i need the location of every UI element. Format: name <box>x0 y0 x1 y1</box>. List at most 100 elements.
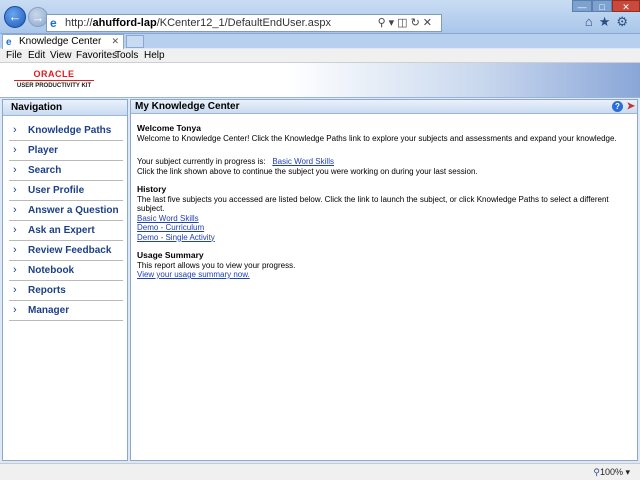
chevron-right-icon: › <box>13 244 17 256</box>
chevron-right-icon: › <box>13 144 17 156</box>
nav-label[interactable]: Notebook <box>28 265 74 276</box>
menu-file[interactable]: File <box>6 50 22 62</box>
nav-item-knowledge-paths[interactable]: › Knowledge Paths <box>9 121 123 141</box>
in-progress-hint: Click the link shown above to continue t… <box>137 166 478 176</box>
nav-label[interactable]: Reports <box>28 285 66 296</box>
nav-label[interactable]: Search <box>28 165 61 176</box>
nav-label[interactable]: Answer a Question <box>28 205 119 216</box>
nav-label[interactable]: Player <box>28 145 58 156</box>
search-icon[interactable]: ⚲ <box>378 17 389 29</box>
welcome-text: Welcome to Knowledge Center! Click the K… <box>137 133 617 143</box>
browser-toolbar: ← → e http://ahufford-lap/KCenter12_1/De… <box>0 0 640 34</box>
chevron-right-icon: › <box>13 264 17 276</box>
main-panel: My Knowledge Center ? ➤ Welcome Tonya We… <box>130 99 638 461</box>
in-progress-section: Your subject currently in progress is: B… <box>137 157 633 176</box>
back-button[interactable]: ← <box>4 6 26 28</box>
address-bar[interactable]: e http://ahufford-lap/KCenter12_1/Defaul… <box>46 14 442 32</box>
nav-item-ask-an-expert[interactable]: › Ask an Expert <box>9 221 123 241</box>
menu-edit[interactable]: Edit <box>28 50 45 62</box>
tab-title: Knowledge Center <box>19 36 102 47</box>
nav-label[interactable]: Review Feedback <box>28 245 111 256</box>
welcome-section: Welcome Tonya Welcome to Knowledge Cente… <box>137 123 633 143</box>
address-host: ahufford-lap <box>92 17 157 29</box>
navigation-panel: Navigation › Knowledge Paths › Player › Sea… <box>2 99 128 461</box>
browser-tool-icons: ⌂★⚙ <box>585 14 634 30</box>
history-link[interactable]: Demo - Single Activity <box>137 233 633 243</box>
main-panel-header: My Knowledge Center ? ➤ <box>131 100 637 114</box>
minimize-button[interactable]: — <box>572 0 592 12</box>
usage-section: Usage Summary This report allows you to … <box>137 250 633 280</box>
dropdown-icon[interactable]: ▾ <box>389 17 398 29</box>
zoom-level: 100% <box>599 467 623 477</box>
history-link[interactable]: Basic Word Skills <box>137 214 633 224</box>
in-progress-subject-link[interactable]: Basic Word Skills <box>272 157 334 166</box>
maximize-button[interactable]: □ <box>592 0 612 12</box>
header-divider <box>0 97 640 98</box>
nav-item-answer-a-question[interactable]: › Answer a Question <box>9 201 123 221</box>
history-section: History The last five subjects you acces… <box>137 184 633 243</box>
menu-view[interactable]: View <box>50 50 72 62</box>
nav-label[interactable]: Ask an Expert <box>28 225 95 236</box>
zoom-icon: ⚲ <box>593 467 600 477</box>
usage-heading: Usage Summary <box>137 250 204 260</box>
status-bar: ⚲100% ▾ <box>0 463 640 480</box>
chevron-right-icon: › <box>13 164 17 176</box>
logo-product: USER PRODUCTIVITY KIT <box>14 80 94 90</box>
forward-button[interactable]: → <box>28 7 48 27</box>
nav-item-manager[interactable]: › Manager <box>9 301 123 321</box>
nav-item-search[interactable]: › Search <box>9 161 123 181</box>
nav-item-review-feedback[interactable]: › Review Feedback <box>9 241 123 261</box>
refresh-icon[interactable]: ↻ <box>411 17 423 29</box>
history-heading: History <box>137 184 167 194</box>
arrow-left-icon: ← <box>8 9 22 24</box>
address-prefix: http:// <box>65 17 93 29</box>
logo-brand: ORACLE <box>33 69 75 79</box>
usage-text: This report allows you to view your prog… <box>137 260 296 270</box>
chevron-right-icon: › <box>13 304 17 316</box>
menu-favorites[interactable]: Favorites <box>76 50 117 62</box>
welcome-heading: Welcome Tonya <box>137 123 201 133</box>
nav-item-reports[interactable]: › Reports <box>9 281 123 301</box>
app-header: ORACLE USER PRODUCTIVITY KIT <box>0 63 640 97</box>
address-tools: ⚲▾◫↻✕ <box>378 15 435 31</box>
in-progress-label: Your subject currently in progress is: <box>137 157 266 166</box>
home-icon[interactable]: ⌂ <box>585 14 599 29</box>
navigation-title: Navigation <box>3 100 127 116</box>
chevron-right-icon: › <box>13 224 17 236</box>
history-link[interactable]: Demo - Curriculum <box>137 223 633 233</box>
close-window-button[interactable]: ✕ <box>612 0 640 12</box>
favorites-star-icon[interactable]: ★ <box>599 14 617 29</box>
oracle-upk-logo: ORACLE USER PRODUCTIVITY KIT <box>14 69 94 90</box>
main-content: Welcome Tonya Welcome to Knowledge Cente… <box>137 123 633 289</box>
zoom-control[interactable]: ⚲100% ▾ <box>593 467 630 478</box>
nav-item-user-profile[interactable]: › User Profile <box>9 181 123 201</box>
address-path: /KCenter12_1/DefaultEndUser.aspx <box>156 17 331 29</box>
new-tab-button[interactable] <box>126 35 144 48</box>
history-text: The last five subjects you accessed are … <box>137 194 609 214</box>
nav-label[interactable]: Knowledge Paths <box>28 125 111 136</box>
gear-icon[interactable]: ⚙ <box>616 14 634 29</box>
stop-icon[interactable]: ✕ <box>423 17 435 29</box>
menu-help[interactable]: Help <box>144 50 165 62</box>
ie-tab-icon: e <box>6 37 12 48</box>
menu-bar: File Edit View Favorites Tools Help <box>0 49 640 63</box>
ie-page-icon: e <box>50 16 57 30</box>
chevron-right-icon: › <box>13 124 17 136</box>
menu-tools[interactable]: Tools <box>115 50 138 62</box>
chevron-right-icon: › <box>13 284 17 296</box>
tab-knowledge-center[interactable]: e Knowledge Center ✕ <box>2 34 124 49</box>
chevron-right-icon: › <box>13 184 17 196</box>
close-tab-icon[interactable]: ✕ <box>111 35 119 48</box>
nav-label[interactable]: User Profile <box>28 185 84 196</box>
nav-item-player[interactable]: › Player <box>9 141 123 161</box>
page-title: My Knowledge Center <box>135 101 240 112</box>
in-progress-line: Your subject currently in progress is: B… <box>137 157 633 167</box>
compat-icon[interactable]: ◫ <box>397 17 410 29</box>
nav-item-notebook[interactable]: › Notebook <box>9 261 123 281</box>
nav-label[interactable]: Manager <box>28 305 69 316</box>
chevron-right-icon: › <box>13 204 17 216</box>
arrow-right-icon: → <box>31 10 45 25</box>
exit-icon[interactable]: ➤ <box>627 101 635 113</box>
help-icon[interactable]: ? <box>612 101 623 112</box>
usage-summary-link[interactable]: View your usage summary now. <box>137 270 633 280</box>
